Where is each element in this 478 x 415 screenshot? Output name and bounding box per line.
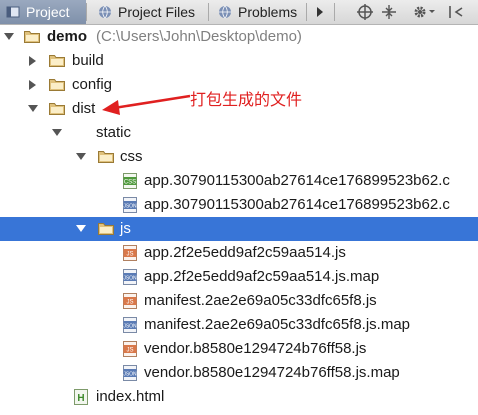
tree-path: (C:\Users\John\Desktop\demo) xyxy=(96,28,302,45)
chevron-down-icon[interactable] xyxy=(75,151,87,163)
crosshair-icon[interactable] xyxy=(356,3,374,21)
html-file-icon: H xyxy=(74,389,88,405)
project-icon xyxy=(6,6,20,18)
folder-icon xyxy=(98,223,114,235)
tree-label: app.2f2e5edd9af2c59aa514.js.map xyxy=(144,268,380,285)
folder-icon xyxy=(49,103,65,115)
folder-icon xyxy=(49,79,65,91)
folder-icon xyxy=(24,31,40,43)
tab-label: Project Files xyxy=(118,4,196,20)
tree-label: app.30790115300ab27614ce176899523b62.c xyxy=(144,172,450,189)
tree-file[interactable]: JS manifest.2ae2e69a05c33dfc65f8.js xyxy=(0,289,478,313)
tree-node-css[interactable]: css xyxy=(0,145,478,169)
svg-text:JSON: JSON xyxy=(123,203,137,209)
tab-separator xyxy=(208,3,209,21)
tab-separator xyxy=(334,3,335,21)
js-file-icon: JS xyxy=(123,245,137,261)
hide-panel-icon[interactable] xyxy=(447,3,465,21)
tree-node-build[interactable]: build xyxy=(0,49,478,73)
tree-label: index.html xyxy=(96,388,165,405)
folder-icon xyxy=(49,55,65,67)
chevron-right-icon[interactable] xyxy=(27,55,39,67)
tree-label: demo xyxy=(47,28,88,45)
annotation-arrow xyxy=(102,94,191,115)
json-file-icon: JSON xyxy=(123,197,137,213)
json-file-icon: JSON xyxy=(123,365,137,381)
chevron-down-icon[interactable] xyxy=(3,31,15,43)
tree-file[interactable]: JSON vendor.b8580e1294724b76ff58.js.map xyxy=(0,361,478,385)
globe-icon xyxy=(219,5,231,19)
globe-icon xyxy=(99,5,111,19)
json-file-icon: JSON xyxy=(123,317,137,333)
tree-label: vendor.b8580e1294724b76ff58.js xyxy=(144,340,367,357)
chevron-down-icon[interactable] xyxy=(51,127,63,139)
chevron-down-icon[interactable] xyxy=(75,223,87,235)
svg-text:JSON: JSON xyxy=(123,323,137,329)
tab-problems[interactable]: Problems xyxy=(212,0,306,24)
tree-file-index[interactable]: H index.html xyxy=(0,385,478,409)
css-file-icon: CSS xyxy=(123,173,137,189)
js-file-icon: JS xyxy=(123,341,137,357)
tree-label: js xyxy=(120,220,131,237)
tab-separator xyxy=(86,3,87,21)
tree-node-demo[interactable]: demo (C:\Users\John\Desktop\demo) xyxy=(0,25,478,49)
chevron-right-icon[interactable] xyxy=(27,79,39,91)
svg-text:CSS: CSS xyxy=(124,180,136,186)
chevron-down-icon[interactable] xyxy=(27,103,39,115)
svg-text:H: H xyxy=(77,393,84,404)
tool-window-tabbar: Project Project Files Problems xyxy=(0,0,478,25)
tree-file[interactable]: CSS app.30790115300ab27614ce176899523b62… xyxy=(0,169,478,193)
annotation-text: 打包生成的文件 xyxy=(190,90,303,109)
tab-label: Problems xyxy=(238,4,298,20)
tree-label: build xyxy=(72,52,104,69)
tree-label: manifest.2ae2e69a05c33dfc65f8.js.map xyxy=(144,316,411,333)
tree-node-js[interactable]: js xyxy=(0,217,478,241)
svg-text:JSON: JSON xyxy=(123,371,137,377)
json-file-icon: JSON xyxy=(123,269,137,285)
svg-text:JS: JS xyxy=(126,300,133,306)
tree-label: app.30790115300ab27614ce176899523b62.c xyxy=(144,196,450,213)
collapse-all-icon[interactable] xyxy=(380,3,398,21)
tab-separator xyxy=(306,3,307,21)
js-file-icon: JS xyxy=(123,293,137,309)
tab-label: Project xyxy=(26,4,70,20)
svg-text:JS: JS xyxy=(126,348,133,354)
tab-project[interactable]: Project xyxy=(0,0,86,24)
gear-icon[interactable] xyxy=(413,3,435,21)
tree-node-static[interactable]: static xyxy=(0,121,478,145)
tree-file[interactable]: JSON app.2f2e5edd9af2c59aa514.js.map xyxy=(0,265,478,289)
tree-file[interactable]: JSON manifest.2ae2e69a05c33dfc65f8.js.ma… xyxy=(0,313,478,337)
tree-file[interactable]: JSON app.30790115300ab27614ce176899523b6… xyxy=(0,193,478,217)
folder-icon xyxy=(98,151,114,163)
more-tabs-icon[interactable] xyxy=(311,3,329,21)
tree-file[interactable]: JS vendor.b8580e1294724b76ff58.js xyxy=(0,337,478,361)
tree-label: static xyxy=(96,124,132,141)
tree-label: app.2f2e5edd9af2c59aa514.js xyxy=(144,244,346,261)
tree-node-partial xyxy=(0,409,478,415)
tree-label: manifest.2ae2e69a05c33dfc65f8.js xyxy=(144,292,377,309)
svg-text:JSON: JSON xyxy=(123,275,137,281)
tree-label: vendor.b8580e1294724b76ff58.js.map xyxy=(144,364,400,381)
tree-label: dist xyxy=(72,100,96,117)
tab-project-files[interactable]: Project Files xyxy=(92,0,208,24)
tree-label: css xyxy=(120,148,143,165)
tree-file[interactable]: JS app.2f2e5edd9af2c59aa514.js xyxy=(0,241,478,265)
svg-text:JS: JS xyxy=(126,252,133,258)
